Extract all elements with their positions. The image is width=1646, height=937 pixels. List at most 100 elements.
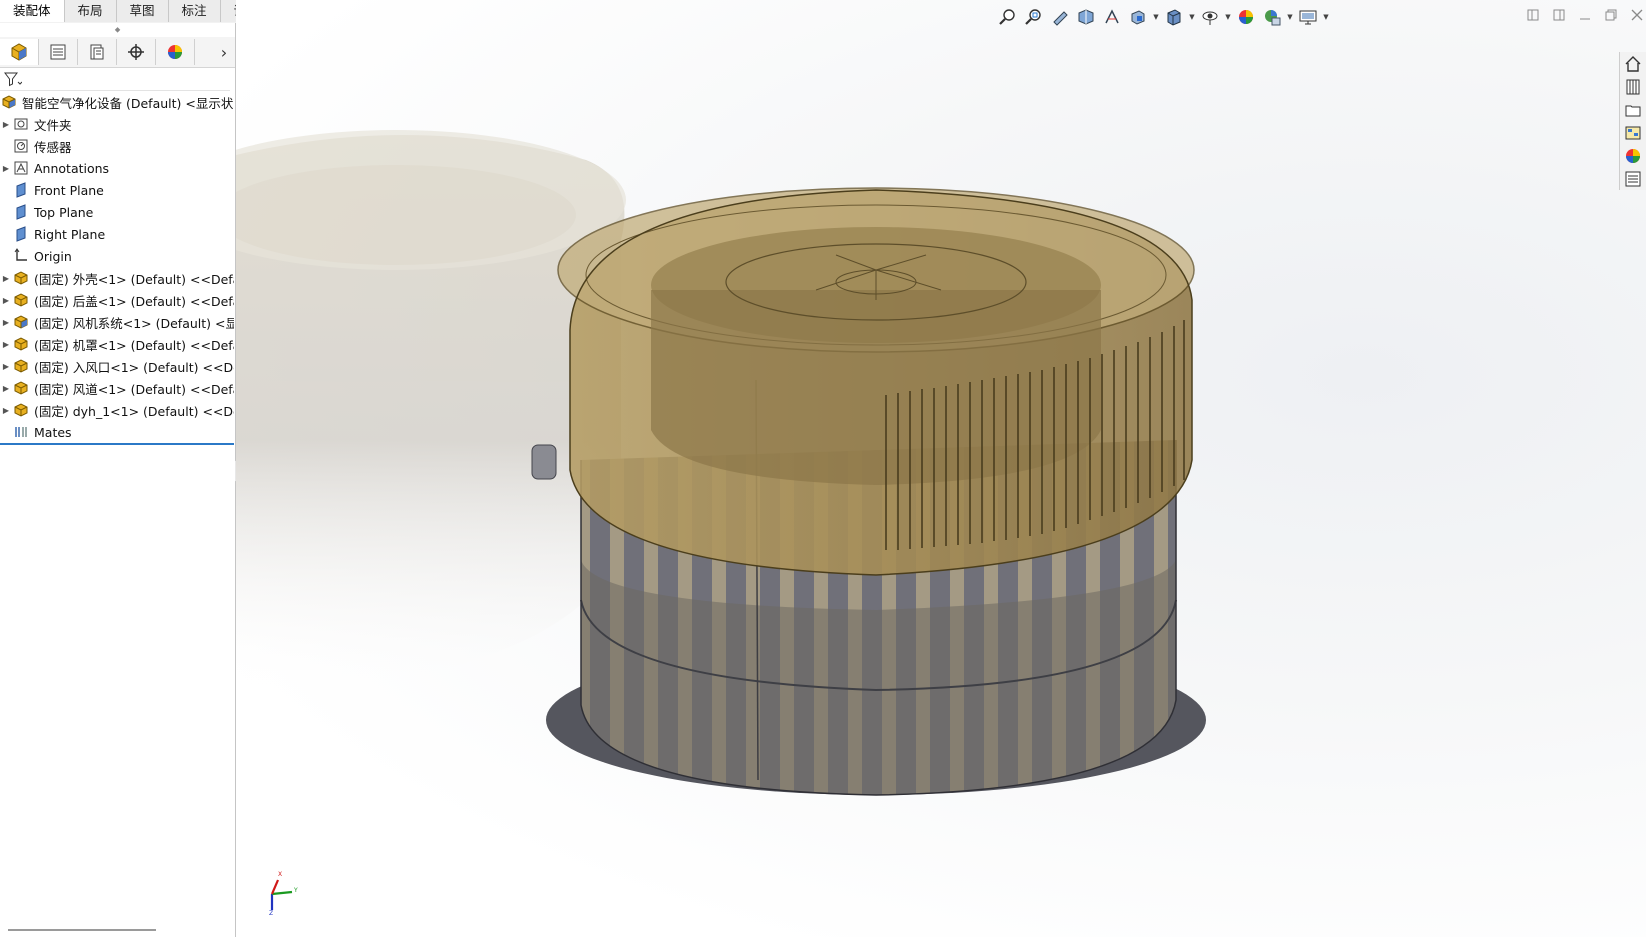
restore-icon: [1605, 9, 1617, 21]
panel-grip-icon[interactable]: ⬥: [0, 23, 235, 37]
tree-item-6[interactable]: Origin: [0, 245, 234, 267]
display-style-button[interactable]: [1162, 7, 1186, 27]
dimxpert-manager-tab[interactable]: [117, 39, 156, 65]
subassembly-icon: [12, 357, 30, 375]
featuremanager-tree-tab[interactable]: [0, 39, 39, 65]
tree-item-label: 传感器: [34, 139, 72, 155]
subassembly-icon: [12, 401, 30, 419]
apply-scene-dropdown-icon[interactable]: ▼: [1286, 13, 1294, 21]
tree-item-label: Top Plane: [34, 204, 94, 220]
view-orientation-icon: [1131, 10, 1145, 25]
expand-arrow-icon[interactable]: ▶: [0, 340, 12, 349]
restore-button[interactable]: [1602, 6, 1620, 24]
command-tab-3[interactable]: 标注: [168, 0, 221, 22]
minimize-icon: [1580, 18, 1590, 20]
tree-root-label: 智能空气净化设备 (Default) <显示状态-: [22, 95, 234, 111]
edit-appearance-button[interactable]: [1234, 7, 1258, 27]
tile-right-icon: [1553, 9, 1565, 21]
display-style-dropdown-icon[interactable]: ▼: [1188, 13, 1196, 21]
assembly-model[interactable]: [236, 0, 1646, 937]
task-pane-tabs: [1619, 52, 1646, 190]
close-icon: [1631, 9, 1643, 21]
solidworks-resources-tab[interactable]: [1620, 52, 1646, 75]
command-tab-1[interactable]: 布局: [64, 0, 117, 22]
tree-filter[interactable]: [0, 68, 230, 91]
appearances-tab[interactable]: [1620, 144, 1646, 167]
tree-item-0[interactable]: ▶ 文件夹: [0, 113, 234, 135]
view-palette-tab[interactable]: [1620, 121, 1646, 144]
custom-properties-tab[interactable]: [1620, 167, 1646, 190]
hide-show-items-button[interactable]: [1198, 7, 1222, 27]
tree-item-label: Right Plane: [34, 226, 106, 242]
tree-item-8[interactable]: ▶ (固定) 后盖<1> (Default) <<Defau: [0, 289, 234, 311]
tree-item-label: (固定) 入风口<1> (Default) <<Def: [34, 359, 234, 375]
origin-icon: [12, 247, 30, 265]
horizontal-scrollbar[interactable]: [8, 929, 156, 931]
minimize-button[interactable]: [1576, 6, 1594, 24]
expand-arrow-icon[interactable]: ▶: [0, 384, 12, 393]
appearances-icon: [1626, 148, 1640, 163]
tree-item-label: Front Plane: [34, 182, 104, 198]
subassembly-icon: [12, 269, 30, 287]
tree-item-3[interactable]: Front Plane: [0, 179, 234, 201]
triad-y-label: Y: [293, 887, 298, 894]
tree-item-7[interactable]: ▶ (固定) 外壳<1> (Default) <<Defau: [0, 267, 234, 289]
expand-arrow-icon[interactable]: ▶: [0, 274, 12, 283]
tile-right-button[interactable]: [1550, 6, 1568, 24]
expand-arrow-icon[interactable]: ▶: [0, 362, 12, 371]
view-settings-icon: [1299, 10, 1317, 25]
plane-icon: [12, 225, 30, 243]
tree-item-2[interactable]: ▶ Annotations: [0, 157, 234, 179]
section-view-button[interactable]: [1074, 7, 1098, 27]
tree-item-4[interactable]: Top Plane: [0, 201, 234, 223]
tree-item-10[interactable]: ▶ (固定) 机罩<1> (Default) <<Defau: [0, 333, 234, 355]
property-manager-tab[interactable]: [39, 39, 78, 65]
view-orientation-dropdown-icon[interactable]: ▼: [1152, 13, 1160, 21]
section-view-icon: [1078, 9, 1094, 25]
close-button[interactable]: [1628, 6, 1646, 24]
display-style-icon: [1167, 9, 1181, 26]
view-orientation-button[interactable]: [1126, 7, 1150, 27]
configuration-manager-icon: [90, 44, 104, 60]
apply-scene-button[interactable]: [1260, 7, 1284, 27]
subassembly-icon: [12, 379, 30, 397]
display-manager-tab[interactable]: [156, 39, 195, 65]
tree-item-5[interactable]: Right Plane: [0, 223, 234, 245]
previous-view-button[interactable]: [1048, 7, 1072, 27]
expand-arrow-icon[interactable]: ▶: [0, 406, 12, 415]
display-manager-icon: [168, 45, 182, 59]
filter-icon: [4, 72, 22, 87]
command-tab-0[interactable]: 装配体: [0, 0, 65, 22]
expand-arrow-icon[interactable]: ▶: [0, 318, 12, 327]
dynamic-annotation-button[interactable]: [1100, 7, 1124, 27]
file-explorer-tab[interactable]: [1620, 98, 1646, 121]
hide-show-dropdown-icon[interactable]: ▼: [1224, 13, 1232, 21]
sensor-icon: [12, 137, 30, 155]
expand-arrow-icon[interactable]: ▶: [0, 296, 12, 305]
design-library-tab[interactable]: [1620, 75, 1646, 98]
view-settings-dropdown-icon[interactable]: ▼: [1322, 13, 1330, 21]
tree-root-assembly[interactable]: 智能空气净化设备 (Default) <显示状态-: [0, 91, 234, 113]
more-tabs-chevron-icon[interactable]: ›: [213, 43, 235, 62]
tree-item-12[interactable]: ▶ (固定) 风道<1> (Default) <<Defau: [0, 377, 234, 399]
zoom-to-fit-button[interactable]: [996, 7, 1020, 27]
graphics-area[interactable]: ▼ ▼ ▼ ▼ ▼ Z Y X: [236, 0, 1646, 937]
tree-item-label: (固定) 机罩<1> (Default) <<Defau: [34, 337, 234, 353]
tree-item-14[interactable]: Mates: [0, 421, 234, 443]
view-settings-button[interactable]: [1296, 7, 1320, 27]
zoom-to-area-button[interactable]: [1022, 7, 1046, 27]
expand-arrow-icon[interactable]: ▶: [0, 164, 12, 173]
tree-item-11[interactable]: ▶ (固定) 入风口<1> (Default) <<Def: [0, 355, 234, 377]
ghost-reflection: [236, 130, 626, 690]
command-tab-2[interactable]: 草图: [116, 0, 169, 22]
tile-left-button[interactable]: [1524, 6, 1542, 24]
tree-item-label: (固定) 外壳<1> (Default) <<Defau: [34, 271, 234, 287]
tree-item-9[interactable]: ▶ (固定) 风机系统<1> (Default) <显示: [0, 311, 234, 333]
triad-z-label: Z: [269, 910, 273, 916]
tree-item-13[interactable]: ▶ (固定) dyh_1<1> (Default) <<Def: [0, 399, 234, 421]
tree-item-1[interactable]: 传感器: [0, 135, 234, 157]
panel-tabs: ›: [0, 37, 235, 68]
assembly-icon: [0, 93, 18, 111]
configuration-manager-tab[interactable]: [78, 39, 117, 65]
expand-arrow-icon[interactable]: ▶: [0, 120, 12, 129]
